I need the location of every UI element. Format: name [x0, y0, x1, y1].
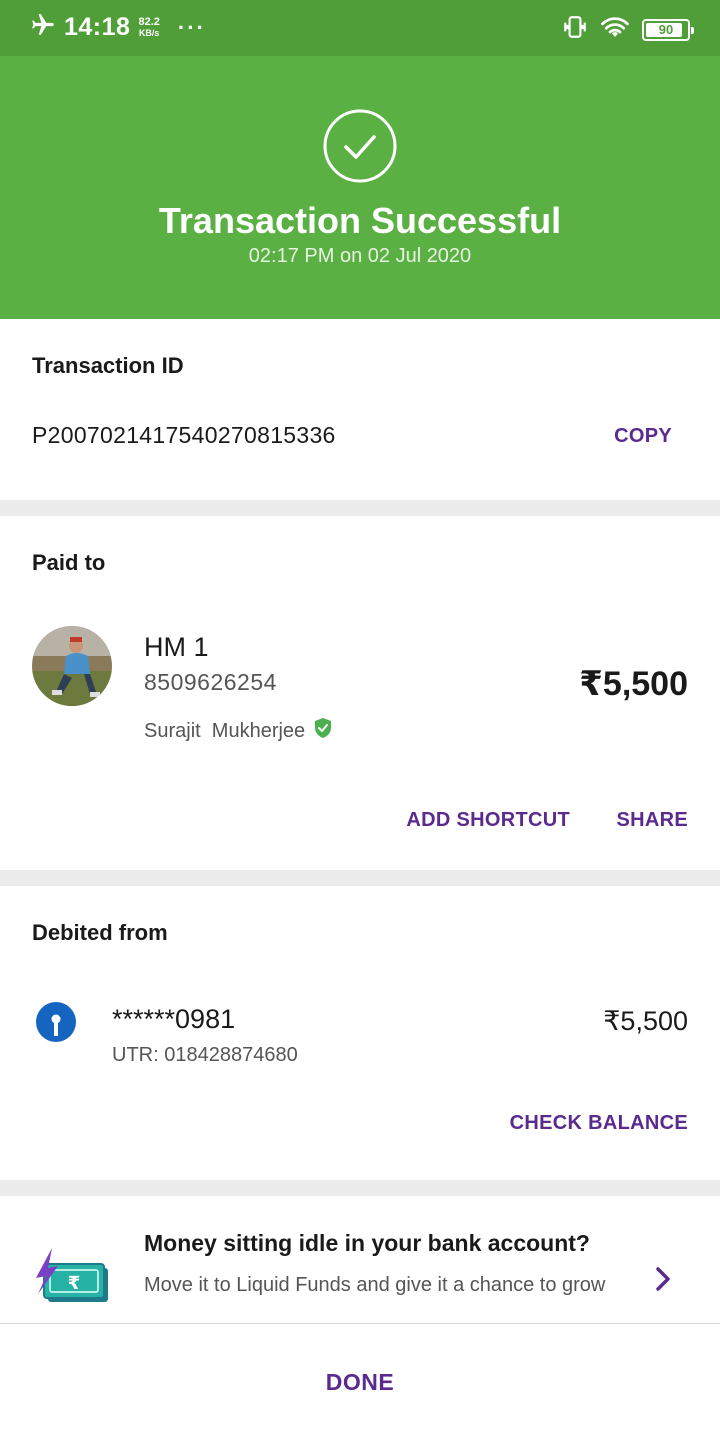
liquid-funds-promo[interactable]: ₹ Money sitting idle in your bank accoun… [0, 1196, 720, 1323]
copy-button[interactable]: COPY [614, 425, 672, 448]
section-divider [0, 500, 720, 516]
promo-description: Move it to Liquid Funds and give it a ch… [144, 1274, 606, 1296]
bank-logo-icon [36, 1002, 76, 1042]
payee-verified-name: Surajit Mukherjee [144, 717, 333, 745]
status-time: 14:18 [64, 13, 131, 41]
page-title: Transaction Successful [158, 200, 562, 241]
payee-name: HM 1 [144, 632, 209, 662]
debited-amount: ₹5,500 [603, 1006, 688, 1036]
battery-level: 90 [658, 22, 674, 37]
airplane-icon [30, 12, 56, 43]
status-bar-right: 90 [562, 14, 694, 45]
debited-from-section: Debited from ******0981 UTR: 01842887468… [0, 886, 720, 1180]
network-speed: 82.2 KB/s [138, 15, 160, 39]
check-balance-button[interactable]: CHECK BALANCE [510, 1112, 688, 1135]
status-bar-left: 14:18 82.2 KB/s ··· [30, 12, 206, 43]
done-button[interactable]: DONE [260, 1362, 460, 1402]
vibrate-icon [562, 14, 588, 45]
account-number: ******0981 [112, 1004, 236, 1034]
network-speed-unit: KB/s [138, 27, 160, 38]
status-bar: 14:18 82.2 KB/s ··· 90 [0, 0, 720, 56]
wifi-icon [600, 14, 630, 45]
debited-from-label: Debited from [32, 920, 168, 945]
money-lightning-icon: ₹ [32, 1248, 112, 1312]
network-speed-value: 82.2 [138, 15, 160, 28]
paid-to-label: Paid to [32, 550, 106, 575]
paid-to-section: Paid to HM 1 8509626254 Surajit Mukherje… [0, 516, 720, 870]
svg-text:₹: ₹ [68, 1273, 81, 1294]
section-divider [0, 1180, 720, 1196]
transaction-id-section: Transaction ID P2007021417540270815336 C… [0, 319, 720, 500]
battery-icon: 90 [642, 18, 694, 41]
verified-name-text: Surajit Mukherjee [144, 719, 306, 742]
verified-shield-icon [313, 717, 333, 745]
section-divider [0, 870, 720, 886]
avatar [32, 626, 112, 706]
promo-title: Money sitting idle in your bank account? [144, 1230, 590, 1256]
chevron-right-icon[interactable] [652, 1264, 674, 1294]
add-shortcut-button[interactable]: ADD SHORTCUT [406, 809, 570, 832]
transaction-timestamp: 02:17 PM on 02 Jul 2020 [248, 245, 472, 267]
share-button[interactable]: SHARE [616, 809, 688, 832]
more-notifications-icon: ··· [177, 14, 206, 40]
transaction-id-label: Transaction ID [32, 353, 184, 378]
check-circle-icon [323, 109, 397, 183]
transaction-id-value: P2007021417540270815336 [32, 422, 336, 448]
bottom-bar: DONE [0, 1323, 720, 1436]
paid-amount: ₹5,500 [579, 665, 688, 703]
utr-number: UTR: 018428874680 [112, 1044, 298, 1066]
success-header: Transaction Successful 02:17 PM on 02 Ju… [0, 56, 720, 319]
payee-phone: 8509626254 [144, 669, 277, 695]
